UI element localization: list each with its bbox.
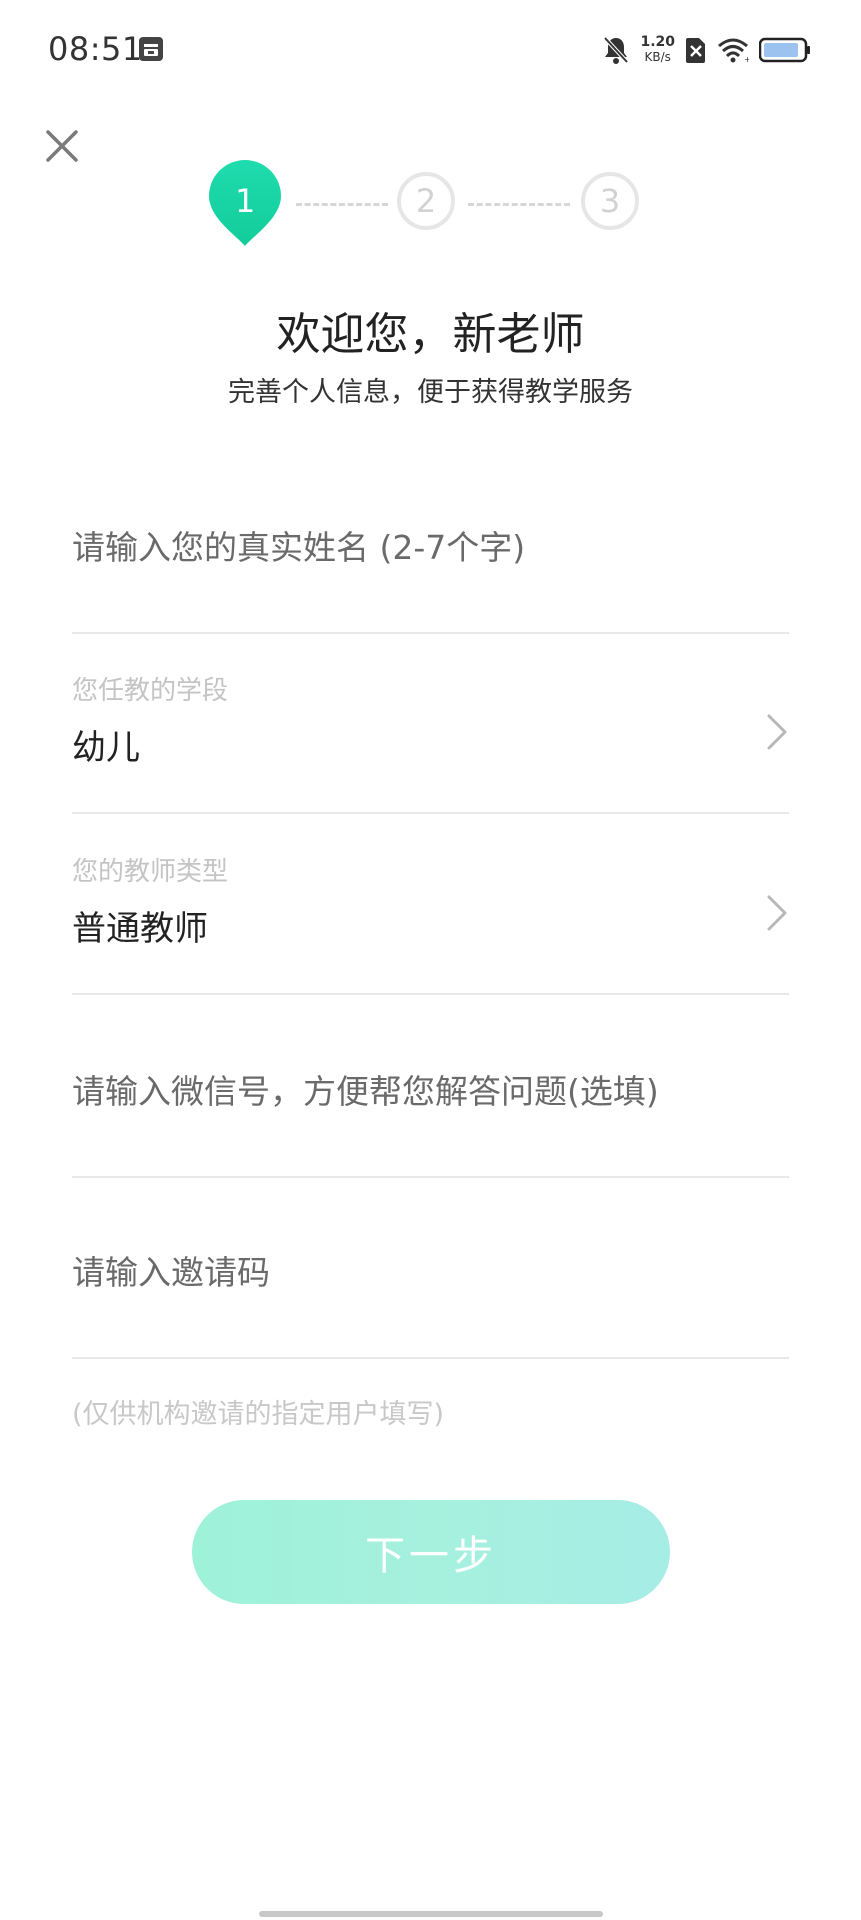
sim-card-icon bbox=[139, 37, 163, 61]
wechat-field-row bbox=[72, 1066, 789, 1178]
battery-icon bbox=[759, 37, 810, 63]
status-icons: 1.20 KB/s + bbox=[602, 30, 811, 70]
invite-code-input[interactable] bbox=[72, 1247, 789, 1297]
name-field-row bbox=[72, 522, 789, 634]
teaching-stage-label: 您任教的学段 bbox=[72, 676, 229, 706]
chevron-right-icon bbox=[767, 714, 787, 750]
step-connector bbox=[468, 203, 570, 206]
step-1-number: 1 bbox=[235, 182, 256, 220]
step-3-circle: 3 bbox=[581, 172, 639, 230]
real-name-input[interactable] bbox=[72, 522, 789, 572]
status-time: 08:51 bbox=[48, 30, 143, 68]
chevron-right-icon bbox=[767, 895, 787, 931]
step-connector bbox=[296, 203, 388, 206]
home-indicator[interactable] bbox=[259, 1911, 603, 1917]
net-speed-value: 1.20 bbox=[640, 34, 675, 50]
progress-stepper: 1 2 3 bbox=[0, 150, 861, 260]
teacher-type-value: 普通教师 bbox=[72, 909, 208, 949]
page-subtitle: 完善个人信息，便于获得教学服务 bbox=[228, 377, 633, 408]
next-step-button[interactable]: 下一步 bbox=[192, 1500, 670, 1604]
status-bar: 08:51 1.20 KB/s + bbox=[0, 0, 861, 100]
net-speed-unit: KB/s bbox=[644, 50, 671, 64]
page-title: 欢迎您，新老师 bbox=[276, 309, 585, 360]
step-2-number: 2 bbox=[415, 182, 437, 220]
bell-muted-icon bbox=[603, 36, 629, 64]
wechat-input[interactable] bbox=[72, 1066, 789, 1116]
no-sim-icon bbox=[686, 38, 705, 63]
wifi-icon: + bbox=[718, 38, 749, 63]
step-3-number: 3 bbox=[599, 182, 621, 220]
teaching-stage-value: 幼儿 bbox=[72, 728, 140, 768]
teaching-stage-selector[interactable]: 您任教的学段 幼儿 bbox=[72, 670, 789, 814]
invite-field-row bbox=[72, 1247, 789, 1359]
net-speed: 1.20 KB/s bbox=[640, 35, 675, 65]
teacher-type-label: 您的教师类型 bbox=[72, 857, 229, 887]
invite-hint: (仅供机构邀请的指定用户填写) bbox=[72, 1399, 445, 1430]
step-2-circle: 2 bbox=[397, 172, 455, 230]
svg-text:+: + bbox=[744, 55, 749, 63]
teacher-type-selector[interactable]: 您的教师类型 普通教师 bbox=[72, 851, 789, 995]
